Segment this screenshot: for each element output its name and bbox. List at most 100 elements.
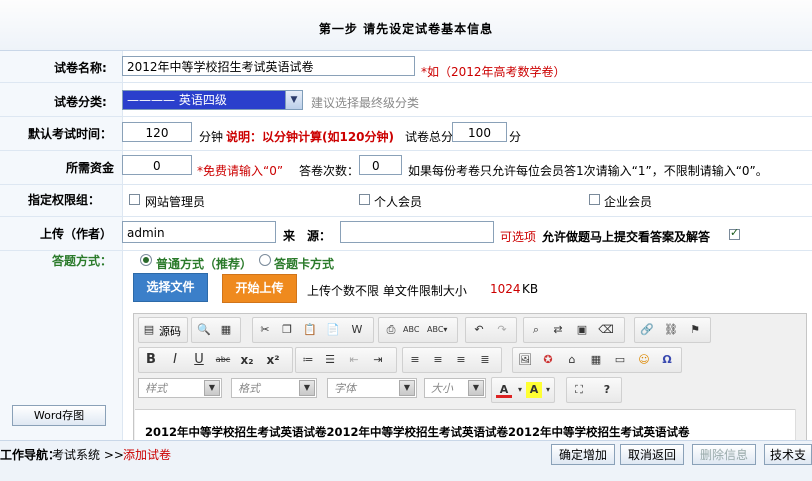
select-all-icon[interactable]: ▣ <box>574 322 590 338</box>
time-input[interactable]: 120 <box>122 122 192 142</box>
template-icon[interactable]: ▦ <box>218 322 234 338</box>
italic-icon[interactable]: I <box>167 352 183 368</box>
checkbox-personal[interactable] <box>359 194 370 205</box>
font-combo[interactable]: 字体 ▼ <box>327 378 417 398</box>
print-icon[interactable]: ⎙ <box>383 322 399 338</box>
page-title-text: 第一步 请先设定试卷基本信息 <box>318 22 494 36</box>
source-input[interactable] <box>340 221 494 243</box>
permission-option-enterprise: 企业会员 <box>604 195 653 209</box>
cancel-return-button[interactable]: 取消返回 <box>620 444 684 465</box>
row-uploader: 上传（作者） admin 来 源： 可选项 允许做题马上提交看答案及解答 <box>0 217 812 251</box>
indent-icon[interactable]: ⇥ <box>370 352 386 368</box>
editor-scrollbar[interactable] <box>795 409 806 443</box>
toolbar-group-colors: A ▾ A ▾ <box>491 377 555 403</box>
answer-mode-card[interactable]: 答题卡方式 <box>274 255 334 272</box>
unlink-icon[interactable]: ⛓ <box>663 322 679 338</box>
strikethrough-icon[interactable]: abc <box>215 352 231 368</box>
align-left-icon[interactable]: ≡ <box>407 352 423 368</box>
permissions-label: 指定权限组： <box>28 193 101 207</box>
editor-content[interactable]: 2012年中等学校招生考试英语试卷2012年中等学校招生考试英语试卷2012年中… <box>135 409 795 444</box>
choose-file-button[interactable]: 选择文件 <box>133 273 208 302</box>
table-icon[interactable]: ▦ <box>588 352 604 368</box>
eraser-icon[interactable]: ⌫ <box>598 322 614 338</box>
upload-info: 上传个数不限 单文件限制大小 <box>307 284 467 298</box>
source-button[interactable]: ▤ 源码 <box>138 317 188 343</box>
preview-icon[interactable]: 🔍 <box>196 322 212 338</box>
start-upload-button[interactable]: 开始上传 <box>222 274 297 303</box>
special-char-icon[interactable]: Ω <box>659 352 675 368</box>
category-selected: ———— 英语四级 <box>127 93 227 107</box>
radio-normal-mode[interactable] <box>140 254 152 266</box>
style-combo[interactable]: 样式 ▼ <box>138 378 222 398</box>
nav-item-exam-system[interactable]: 考试系统 >> <box>52 446 124 463</box>
toolbar-group-lists: ≔ ☰ ⇤ ⇥ <box>295 347 397 373</box>
category-label: 试卷分类: <box>54 95 107 109</box>
answer-mode-normal[interactable]: 普通方式（推荐） <box>156 255 252 272</box>
bulleted-list-icon[interactable]: ☰ <box>322 352 338 368</box>
subscript-icon[interactable]: x₂ <box>239 352 255 368</box>
align-center-icon[interactable]: ≡ <box>430 352 446 368</box>
flag-icon[interactable]: ⚑ <box>687 322 703 338</box>
align-right-icon[interactable]: ≡ <box>453 352 469 368</box>
bold-icon[interactable]: B <box>143 352 159 368</box>
horizontal-rule-icon[interactable]: ▭ <box>612 352 628 368</box>
style-combo-label: 样式 <box>145 382 167 395</box>
image-icon[interactable]: 🖼 <box>517 352 533 368</box>
delete-info-button[interactable]: 删除信息 <box>692 444 756 465</box>
word-image-button[interactable]: Word存图 <box>12 405 106 426</box>
exam-name-input[interactable]: 2012年中等学校招生考试英语试卷 <box>122 56 415 76</box>
checkbox-admin[interactable] <box>129 194 140 205</box>
emoticon-icon[interactable]: ☺ <box>636 352 652 368</box>
outdent-icon[interactable]: ⇤ <box>346 352 362 368</box>
paste-word-icon[interactable]: W <box>349 322 365 338</box>
media-icon[interactable]: ⌂ <box>564 352 580 368</box>
confirm-add-button[interactable]: 确定增加 <box>551 444 615 465</box>
rich-text-editor: ▤ 源码 🔍 ▦ ✂ ❐ 📋 📄 W ⎙ ABC ABC▾ ↶ ↷ ⌕ ⇄ ▣ … <box>133 313 807 445</box>
maximize-icon[interactable]: ⛶ <box>571 382 587 398</box>
document-icon: ▤ <box>143 323 155 336</box>
funds-free-hint: *免费请输入“0” <box>197 164 284 178</box>
text-color-icon[interactable]: A <box>496 382 512 398</box>
time-label: 默认考试时间： <box>28 127 113 141</box>
find-icon[interactable]: ⌕ <box>528 322 544 338</box>
funds-input[interactable]: 0 <box>122 155 192 175</box>
allow-answer-label: 允许做题马上提交看答案及解答 <box>542 230 711 244</box>
chevron-down-icon[interactable]: ▼ <box>285 91 302 109</box>
cut-icon[interactable]: ✂ <box>257 322 273 338</box>
underline-icon[interactable]: U <box>191 352 207 368</box>
numbered-list-icon[interactable]: ≔ <box>300 352 316 368</box>
toolbar-group-undo: ↶ ↷ <box>465 317 517 343</box>
chevron-down-icon[interactable]: ▼ <box>204 380 220 396</box>
allow-answer-checkbox[interactable] <box>729 226 740 240</box>
total-score-input[interactable]: 100 <box>452 122 507 142</box>
row-funds: 所需资金 0 *免费请输入“0” 答卷次数： 0 如果每份考卷只允许每位会员答1… <box>0 151 812 185</box>
paste-icon[interactable]: 📋 <box>302 322 318 338</box>
radio-card-mode[interactable] <box>259 254 271 266</box>
category-select[interactable]: ———— 英语四级 ▼ <box>122 90 303 110</box>
help-icon[interactable]: ? <box>599 382 615 398</box>
redo-icon[interactable]: ↷ <box>494 322 510 338</box>
copy-icon[interactable]: ❐ <box>279 322 295 338</box>
format-combo[interactable]: 格式 ▼ <box>231 378 317 398</box>
permission-option-personal: 个人会员 <box>374 195 423 209</box>
chevron-down-icon[interactable]: ▼ <box>399 380 415 396</box>
uploader-label: 上传（作者） <box>40 227 113 241</box>
align-justify-icon[interactable]: ≣ <box>477 352 493 368</box>
spellcheck-menu-icon[interactable]: ABC▾ <box>427 322 447 338</box>
chevron-down-icon[interactable]: ▼ <box>468 380 484 396</box>
checkbox-enterprise[interactable] <box>589 194 600 205</box>
uploader-input[interactable]: admin <box>122 221 276 243</box>
spellcheck-icon[interactable]: ABC <box>403 322 419 338</box>
superscript-icon[interactable]: x² <box>265 352 281 368</box>
answer-count-input[interactable]: 0 <box>359 155 402 175</box>
answer-count-hint: 如果每份考卷只允许每位会员答1次请输入“1”，不限制请输入“0”。 <box>408 164 768 178</box>
flash-icon[interactable]: ✪ <box>540 352 556 368</box>
paste-text-icon[interactable]: 📄 <box>325 322 341 338</box>
link-icon[interactable]: 🔗 <box>639 322 655 338</box>
chevron-down-icon[interactable]: ▾ <box>540 382 556 398</box>
replace-icon[interactable]: ⇄ <box>550 322 566 338</box>
chevron-down-icon[interactable]: ▼ <box>299 380 315 396</box>
size-combo[interactable]: 大小 ▼ <box>424 378 486 398</box>
undo-icon[interactable]: ↶ <box>471 322 487 338</box>
tech-support-button[interactable]: 技术支 <box>764 444 812 465</box>
